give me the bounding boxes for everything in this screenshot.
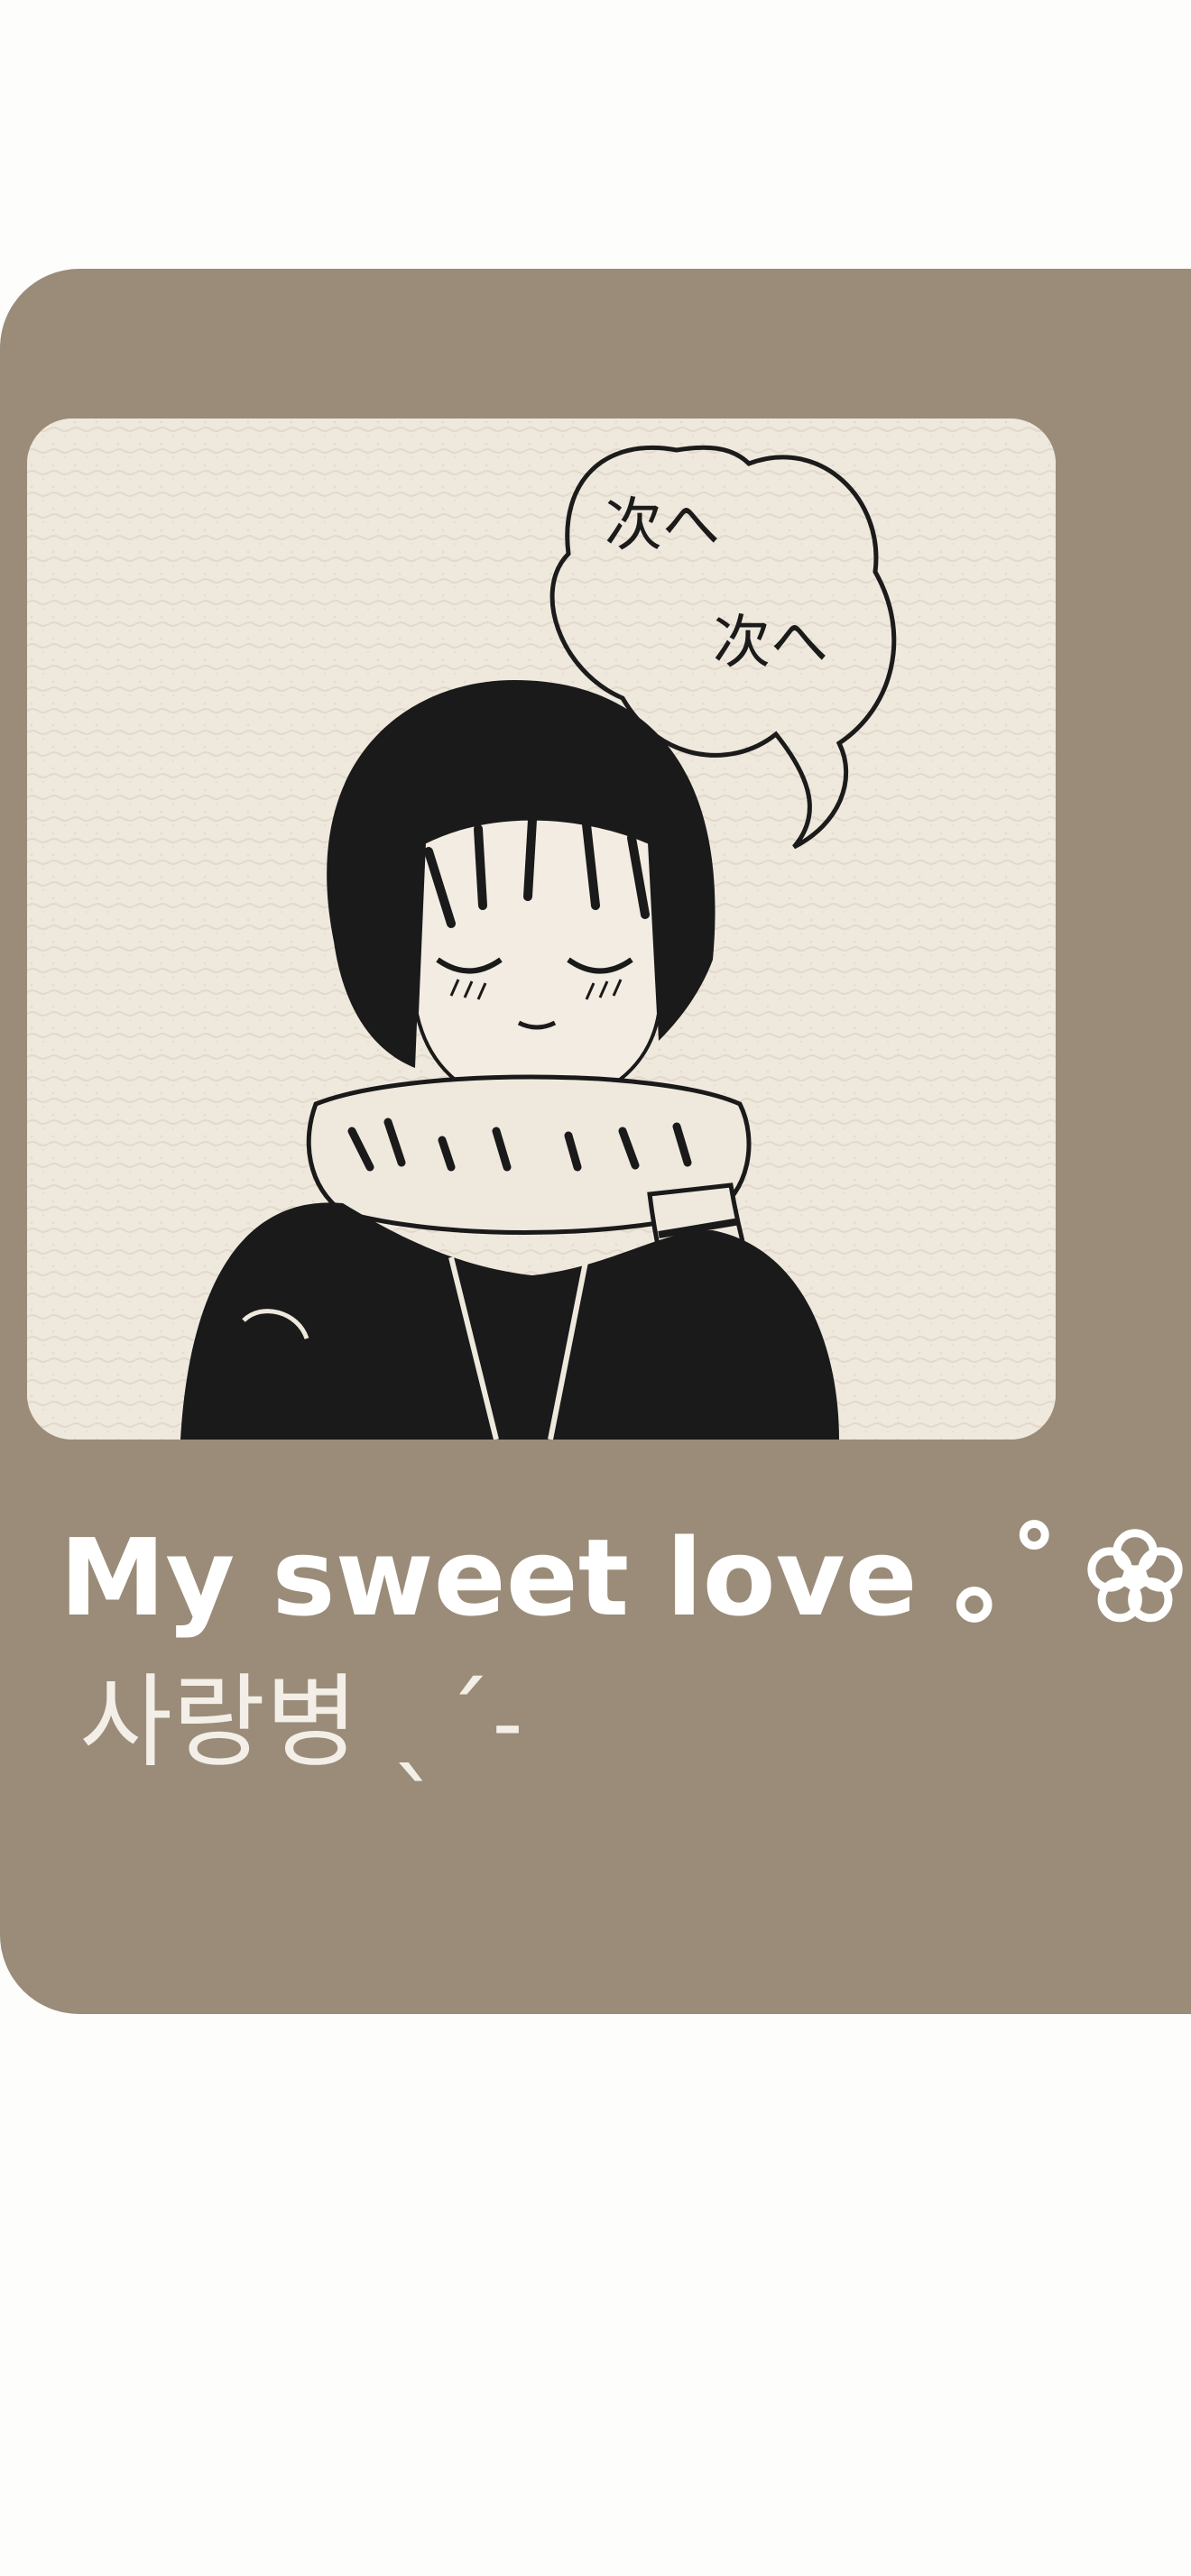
widget-subtitle: 사랑병 ˎˊ˗	[79, 1664, 524, 1781]
flower-icon	[1087, 1529, 1183, 1623]
speech-bubble-text-2: 次へ	[713, 610, 828, 676]
widget-title: My sweet love ｡˚	[60, 1515, 1061, 1640]
artwork-image: 次へ 次へ	[27, 419, 1056, 1440]
widget-title-row: My sweet love ｡˚	[60, 1524, 1186, 1631]
speech-bubble-text-1: 次へ	[605, 492, 720, 559]
photo-widget-card[interactable]: 次へ 次へ My sweet love ｡˚ 사랑병 ˎˊ˗	[0, 269, 1191, 2014]
